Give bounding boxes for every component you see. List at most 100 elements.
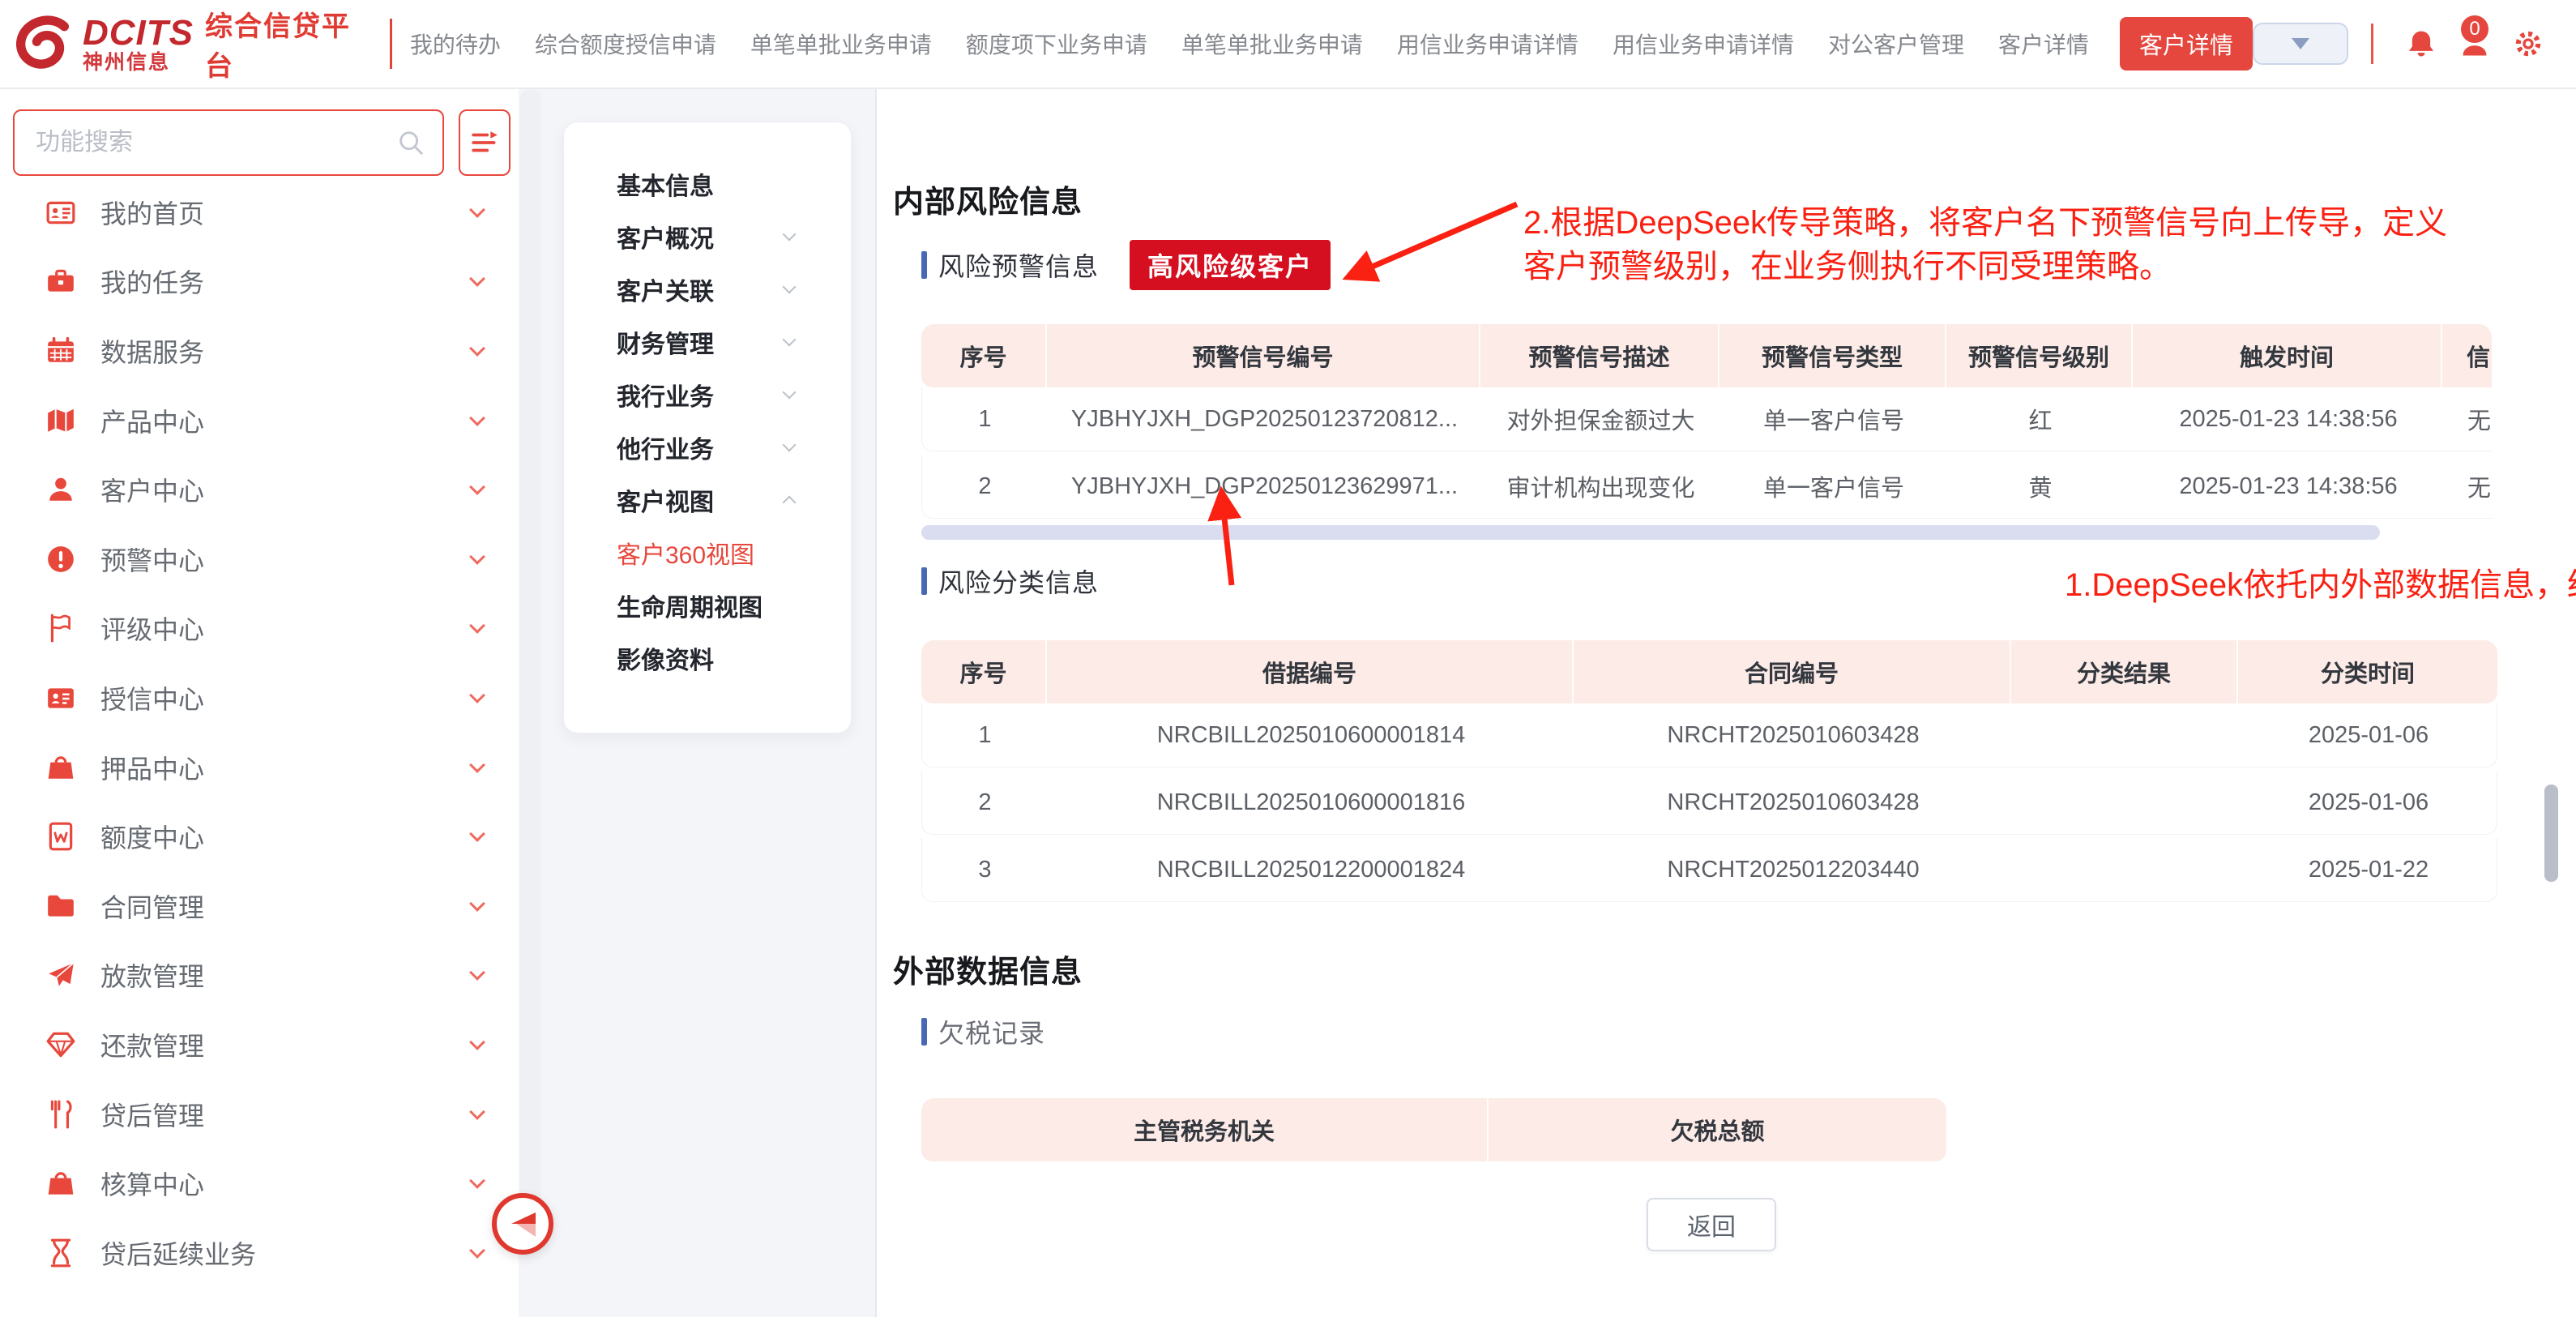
sidebar-item-label: 我的任务 [100, 263, 204, 300]
chevron-down-icon [783, 228, 797, 242]
high-risk-badge: 高风险级客户 [1130, 240, 1331, 290]
sidebar-item-accounting-center[interactable]: 核算中心 [0, 1148, 519, 1218]
sidebar-item-collateral-center[interactable]: 押品中心 [0, 733, 519, 802]
tax-arrears-table: 主管税务机关 欠税总额 [921, 1098, 1946, 1161]
bell-icon[interactable] [2405, 28, 2437, 60]
chevron-down-icon [783, 386, 797, 400]
sidebar-item-label: 贷后延续业务 [100, 1234, 256, 1272]
submenu-item-basic-info[interactable]: 基本信息 [564, 157, 851, 210]
chevron-down-icon [469, 964, 485, 981]
sidebar-item-label: 产品中心 [100, 402, 204, 439]
chevron-up-icon [783, 495, 797, 509]
sidebar-item-label: 额度中心 [100, 818, 204, 855]
tax-arrears-section-header: 欠税记录 [921, 1013, 1045, 1050]
section-bar [921, 1018, 927, 1045]
nav-item-single-batch-1[interactable]: 单笔单批业务申请 [750, 28, 932, 60]
submenu-item-customer-view[interactable]: 客户视图 [564, 473, 851, 526]
briefcase-icon [45, 266, 76, 297]
col-header: 序号 [921, 324, 1047, 387]
sidebar-item-label: 授信中心 [100, 679, 204, 716]
sidebar-item-repayment-mgmt[interactable]: 还款管理 [0, 1010, 519, 1080]
topbar-separator [2371, 24, 2373, 64]
sidebar-collapse-button[interactable] [492, 1193, 553, 1255]
nav-item-customer-detail[interactable]: 客户详情 [1998, 28, 2089, 60]
chevron-down-icon [469, 896, 485, 912]
col-header: 触发时间 [2133, 324, 2442, 387]
horizontal-scrollbar[interactable] [921, 525, 2380, 540]
chevron-down-icon [469, 757, 485, 773]
sidebar-item-product-center[interactable]: 产品中心 [0, 386, 519, 455]
diamond-icon [45, 1029, 76, 1060]
nav-item-usage-detail-2[interactable]: 用信业务申请详情 [1613, 28, 1794, 60]
nav-item-corp-customer-mgmt[interactable]: 对公客户管理 [1828, 28, 1964, 60]
gear-icon[interactable] [2512, 28, 2544, 60]
nav-item-single-batch-2[interactable]: 单笔单批业务申请 [1181, 28, 1363, 60]
utensils-icon [45, 1099, 76, 1130]
top-nav: 我的待办 综合额度授信申请 单笔单批业务申请 额度项下业务申请 单笔单批业务申请… [410, 28, 2089, 60]
col-header: 借据编号 [1047, 640, 1574, 703]
submenu-item-customer-relation[interactable]: 客户关联 [564, 263, 851, 315]
folder-icon [45, 891, 76, 921]
caret-down-icon [2292, 38, 2309, 49]
sidebar-item-warning-center[interactable]: 预警中心 [0, 524, 519, 594]
idcard-icon [45, 682, 76, 713]
sidebar-item-customer-center[interactable]: 客户中心 [0, 455, 519, 524]
search-icon[interactable] [395, 127, 428, 160]
sidebar-item-label: 押品中心 [100, 749, 204, 786]
function-search-input[interactable] [15, 111, 442, 174]
sidebar-item-postloan-renewal[interactable]: 贷后延续业务 [0, 1218, 519, 1288]
nav-item-my-todo[interactable]: 我的待办 [410, 28, 501, 60]
document-w-icon [45, 821, 76, 852]
nav-item-usage-detail-1[interactable]: 用信业务申请详情 [1397, 28, 1578, 60]
sidebar-item-label: 放款管理 [100, 956, 204, 994]
brand-divider [390, 19, 392, 69]
table-row[interactable]: 2 NRCBILL2025010600001816 NRCHT202501060… [921, 771, 2497, 835]
table-header-row: 主管税务机关 欠税总额 [921, 1098, 1946, 1161]
submenu-item-finance-mgmt[interactable]: 财务管理 [564, 315, 851, 368]
sidebar-item-my-tasks[interactable]: 我的任务 [0, 247, 519, 317]
sidebar-item-label: 核算中心 [100, 1165, 204, 1202]
submenu-item-other-bank-business[interactable]: 他行业务 [564, 421, 851, 473]
vertical-scrollbar-thumb[interactable] [2544, 785, 2558, 882]
sidebar-item-label: 数据服务 [100, 332, 204, 370]
annotation-note-1: 1.DeepSeek依托内外部数据信息，结合预警信号体系，为客户探测风险预警信号 [2065, 563, 2576, 607]
menu-toggle-button[interactable] [459, 109, 511, 176]
nav-overflow-dropdown[interactable] [2253, 23, 2348, 65]
nav-item-quota-under[interactable]: 额度项下业务申请 [966, 28, 1147, 60]
sidebar-scrollbar-track[interactable] [520, 89, 541, 1246]
sidebar-item-label: 贷后管理 [100, 1096, 204, 1133]
submenu-item-image-materials[interactable]: 影像资料 [564, 631, 851, 684]
nav-item-credit-apply[interactable]: 综合额度授信申请 [535, 28, 716, 60]
table-row[interactable]: 3 NRCBILL2025012200001824 NRCHT202501220… [921, 838, 2497, 902]
chevron-down-icon [469, 271, 485, 287]
chevron-down-icon [783, 280, 797, 294]
sidebar-item-label: 预警中心 [100, 541, 204, 578]
back-button[interactable]: 返回 [1647, 1198, 1776, 1251]
table-row[interactable]: 2 YJBHYJXH_DGP20250123629971... 审计机构出现变化… [921, 455, 2492, 519]
sidebar-item-credit-center[interactable]: 授信中心 [0, 663, 519, 733]
sidebar-item-quota-center[interactable]: 额度中心 [0, 802, 519, 871]
brand-company-cn: 神州信息 [83, 52, 194, 73]
idcard-icon [45, 197, 76, 228]
submenu-item-our-bank-business[interactable]: 我行业务 [564, 368, 851, 421]
table-row[interactable]: 1 NRCBILL2025010600001814 NRCHT202501060… [921, 703, 2497, 768]
active-tab-customer-detail[interactable]: 客户详情 [2120, 17, 2253, 71]
table-row[interactable]: 1 YJBHYJXH_DGP20250123720812... 对外担保金额过大… [921, 387, 2492, 451]
sidebar-item-my-home[interactable]: 我的首页 [0, 177, 519, 247]
brand-company: DCITS [83, 15, 194, 52]
sidebar-item-disbursement-mgmt[interactable]: 放款管理 [0, 941, 519, 1011]
sidebar-menu: 我的首页 我的任务 数据服务 产品中心 客户中心 [0, 177, 519, 1288]
submenu-item-customer-overview[interactable]: 客户概况 [564, 210, 851, 263]
sidebar-item-rating-center[interactable]: 评级中心 [0, 594, 519, 664]
section-bar [921, 251, 927, 279]
col-header: 预警信号级别 [1946, 324, 2133, 387]
page: DCITS 神州信息 综合信贷平台 我的待办 综合额度授信申请 单笔单批业务申请… [0, 0, 2576, 1317]
hourglass-icon [45, 1238, 76, 1268]
sidebar-item-data-services[interactable]: 数据服务 [0, 316, 519, 386]
submenu-item-customer-360-view[interactable]: 客户360视图 [564, 526, 851, 579]
col-header: 预警信号编号 [1047, 324, 1480, 387]
submenu-item-lifecycle-view[interactable]: 生命周期视图 [564, 579, 851, 631]
sidebar-item-contract-mgmt[interactable]: 合同管理 [0, 871, 519, 941]
internal-risk-title: 内部风险信息 [893, 177, 1083, 221]
sidebar-item-postloan-mgmt[interactable]: 贷后管理 [0, 1080, 519, 1149]
